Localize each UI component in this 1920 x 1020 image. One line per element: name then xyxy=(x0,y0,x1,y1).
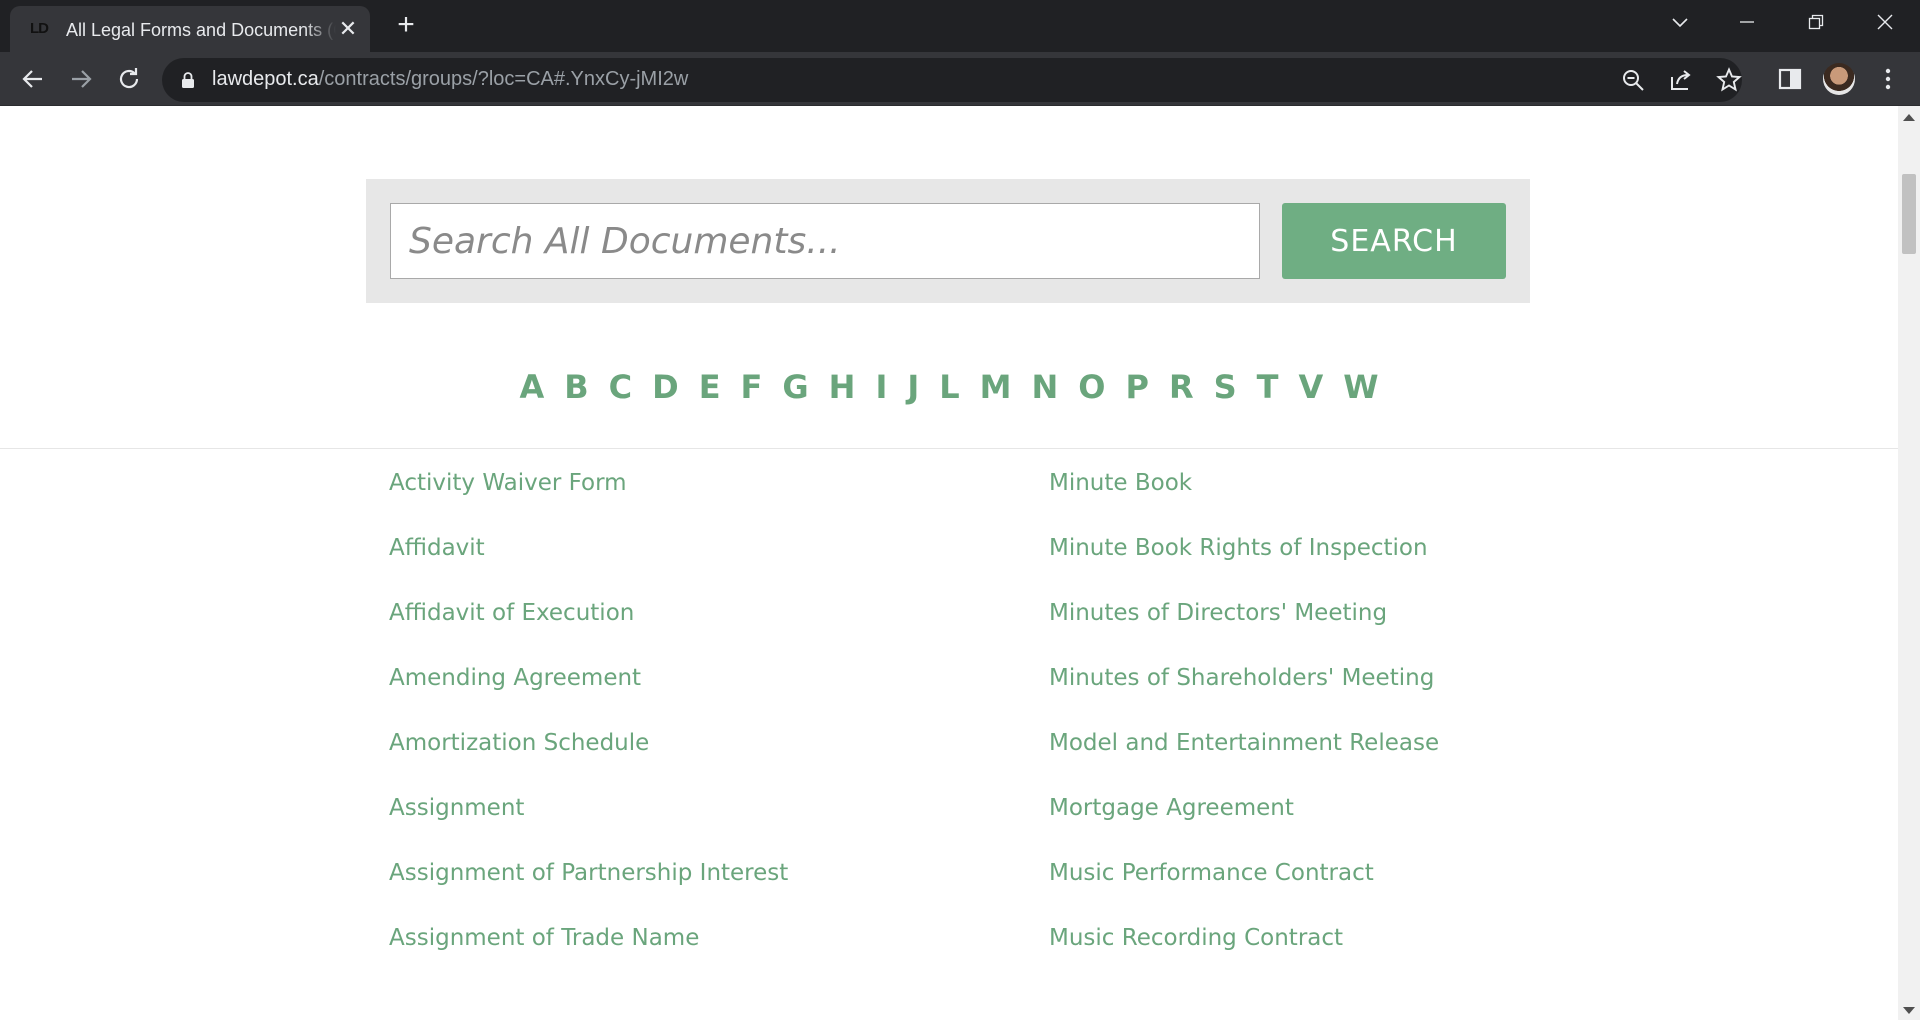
alphabet-letter-j[interactable]: J xyxy=(907,362,919,412)
alphabet-letter-h[interactable]: H xyxy=(829,362,856,412)
document-link[interactable]: Music Recording Contract xyxy=(1049,921,1343,955)
arrow-left-icon xyxy=(22,70,42,88)
browser-toolbar: lawdepot.ca/contracts/groups/?loc=CA#.Yn… xyxy=(0,52,1920,106)
list-item: Music Performance Contract xyxy=(1049,844,1649,909)
document-list-left: Activity Waiver Form Affidavit Affidavit o… xyxy=(389,454,989,974)
document-list-right: Minute Book Minute Book Rights of Inspect… xyxy=(1049,454,1649,974)
section-divider xyxy=(0,448,1898,449)
alphabet-letter-o[interactable]: O xyxy=(1078,362,1105,412)
list-item: Affidavit xyxy=(389,519,989,584)
browser-tab[interactable]: LD All Legal Forms and Documents (Canada… xyxy=(10,6,370,52)
back-button[interactable] xyxy=(16,62,50,96)
close-icon xyxy=(1877,14,1893,30)
minimize-button[interactable] xyxy=(1727,6,1767,38)
list-item: Affidavit of Execution xyxy=(389,584,989,649)
scroll-thumb[interactable] xyxy=(1902,174,1916,254)
vertical-scrollbar[interactable] xyxy=(1898,106,1920,1020)
url-path: /contracts/groups/?loc=CA#.YnxCy-jMI2w xyxy=(318,68,689,90)
document-link[interactable]: Affidavit of Execution xyxy=(389,596,634,630)
alphabet-letter-w[interactable]: W xyxy=(1343,362,1378,412)
alphabet-letter-m[interactable]: M xyxy=(980,362,1012,412)
list-item: Activity Waiver Form xyxy=(389,454,989,519)
chevron-down-icon xyxy=(1672,18,1688,28)
list-item: Model and Entertainment Release xyxy=(1049,714,1649,779)
more-menu-icon[interactable] xyxy=(1873,64,1903,94)
bookmark-star-icon[interactable] xyxy=(1716,67,1742,93)
minimize-icon xyxy=(1740,21,1754,23)
restore-icon xyxy=(1808,14,1824,30)
alphabet-letter-e[interactable]: E xyxy=(699,362,721,412)
arrow-right-icon xyxy=(72,70,92,88)
search-button[interactable]: SEARCH xyxy=(1282,203,1506,279)
restore-button[interactable] xyxy=(1796,6,1836,38)
document-link[interactable]: Assignment xyxy=(389,791,524,825)
alphabet-letter-c[interactable]: C xyxy=(609,362,632,412)
list-item: Minute Book Rights of Inspection xyxy=(1049,519,1649,584)
reload-button[interactable] xyxy=(112,62,146,96)
alphabet-letter-f[interactable]: F xyxy=(741,362,763,412)
alphabet-letter-n[interactable]: N xyxy=(1032,362,1059,412)
document-link[interactable]: Affidavit xyxy=(389,531,485,565)
browser-tab-strip: LD All Legal Forms and Documents (Canada… xyxy=(0,0,1920,52)
document-link[interactable]: Minutes of Directors' Meeting xyxy=(1049,596,1387,630)
url-host: lawdepot.ca xyxy=(212,68,319,90)
new-tab-button[interactable]: + xyxy=(390,10,422,42)
document-link[interactable]: Minute Book xyxy=(1049,466,1192,500)
list-item: Assignment of Trade Name xyxy=(389,909,989,974)
url-text[interactable]: lawdepot.ca/contracts/groups/?loc=CA#.Yn… xyxy=(212,68,688,91)
forward-button[interactable] xyxy=(64,62,98,96)
alphabet-letter-t[interactable]: T xyxy=(1257,362,1279,412)
document-link[interactable]: Minutes of Shareholders' Meeting xyxy=(1049,661,1434,695)
side-panel-icon[interactable] xyxy=(1775,64,1805,94)
document-link[interactable]: Model and Entertainment Release xyxy=(1049,726,1439,760)
scroll-up-arrow-icon[interactable] xyxy=(1903,114,1915,121)
list-item: Assignment of Partnership Interest xyxy=(389,844,989,909)
lock-icon[interactable] xyxy=(180,71,196,89)
lawdepot-favicon-icon: LD xyxy=(30,20,49,37)
alphabet-letter-d[interactable]: D xyxy=(652,362,679,412)
zoom-icon[interactable] xyxy=(1620,67,1646,93)
list-item: Mortgage Agreement xyxy=(1049,779,1649,844)
list-item: Amortization Schedule xyxy=(389,714,989,779)
list-item: Assignment xyxy=(389,779,989,844)
list-item: Amending Agreement xyxy=(389,649,989,714)
page-content: SEARCH ABCDEFGHIJLMNOPRSTVW Activity Wai… xyxy=(0,106,1898,1020)
document-link[interactable]: Activity Waiver Form xyxy=(389,466,627,500)
alphabet-letter-l[interactable]: L xyxy=(939,362,959,412)
document-link[interactable]: Amortization Schedule xyxy=(389,726,649,760)
list-item: Minutes of Directors' Meeting xyxy=(1049,584,1649,649)
alphabet-letter-b[interactable]: B xyxy=(564,362,588,412)
search-panel: SEARCH xyxy=(366,179,1530,303)
scroll-down-arrow-icon[interactable] xyxy=(1903,1007,1915,1014)
document-link[interactable]: Minute Book Rights of Inspection xyxy=(1049,531,1428,565)
document-link[interactable]: Music Performance Contract xyxy=(1049,856,1374,890)
document-link[interactable]: Mortgage Agreement xyxy=(1049,791,1294,825)
profile-avatar[interactable] xyxy=(1823,63,1855,95)
share-icon[interactable] xyxy=(1668,67,1694,93)
tab-title: All Legal Forms and Documents (Canada) |… xyxy=(66,20,336,40)
list-item: Minute Book xyxy=(1049,454,1649,519)
alphabet-letter-s[interactable]: S xyxy=(1214,362,1237,412)
alphabet-nav: ABCDEFGHIJLMNOPRSTVW xyxy=(0,362,1898,412)
alphabet-letter-i[interactable]: I xyxy=(875,362,887,412)
document-link[interactable]: Assignment of Partnership Interest xyxy=(389,856,788,890)
alphabet-letter-r[interactable]: R xyxy=(1169,362,1194,412)
alphabet-letter-p[interactable]: P xyxy=(1125,362,1148,412)
list-item: Music Recording Contract xyxy=(1049,909,1649,974)
close-tab-icon[interactable]: ✕ xyxy=(335,16,361,42)
alphabet-letter-g[interactable]: G xyxy=(782,362,808,412)
list-item: Minutes of Shareholders' Meeting xyxy=(1049,649,1649,714)
address-bar[interactable]: lawdepot.ca/contracts/groups/?loc=CA#.Yn… xyxy=(162,58,1742,102)
search-input[interactable] xyxy=(390,203,1260,279)
reload-icon xyxy=(119,68,139,89)
tab-search-button[interactable] xyxy=(1660,6,1700,38)
close-window-button[interactable] xyxy=(1865,6,1905,38)
alphabet-letter-v[interactable]: V xyxy=(1298,362,1323,412)
document-link[interactable]: Amending Agreement xyxy=(389,661,641,695)
alphabet-letter-a[interactable]: A xyxy=(519,362,544,412)
document-link[interactable]: Assignment of Trade Name xyxy=(389,921,699,955)
